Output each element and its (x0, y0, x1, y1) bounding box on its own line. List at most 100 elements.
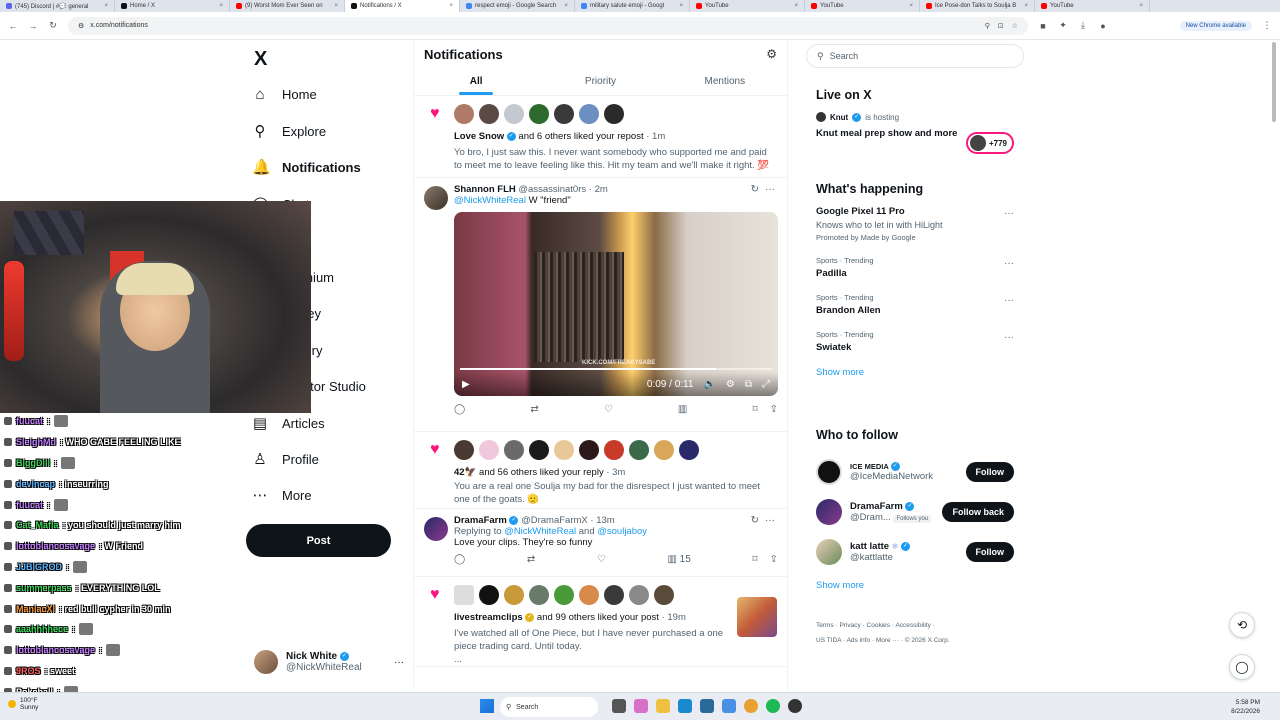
avatar[interactable] (504, 104, 524, 124)
reply-icon[interactable]: ◯ (454, 554, 465, 565)
task-view-icon[interactable] (612, 699, 626, 713)
mention-link[interactable]: @NickWhiteReal (454, 195, 526, 206)
avatar[interactable] (424, 186, 448, 210)
mention-link[interactable]: @souljaboy (597, 526, 647, 537)
taskbar-search[interactable]: ⚲ Search (500, 697, 598, 717)
address-bar[interactable]: ⚙ x.com/notifications ⚲ ⊡ ☆ (68, 16, 1028, 35)
trend-item[interactable]: Google Pixel 11 Pro Knows who to let in … (816, 206, 1014, 242)
host-name[interactable]: Knut (830, 113, 848, 122)
avatar[interactable] (579, 440, 599, 460)
avatar[interactable] (424, 517, 448, 541)
video-player[interactable]: KICK.COM/FREAKYSABE ▶ 0:09 / 0:11 🔈 ⚙ ⧉ … (454, 212, 778, 396)
avatar[interactable] (554, 104, 574, 124)
like-notification[interactable]: ♥ livestreamclips ✓ and 99 others liked … (414, 577, 787, 667)
close-tab-icon[interactable]: × (219, 3, 223, 9)
avatar[interactable] (454, 440, 474, 460)
tab-mentions[interactable]: Mentions (663, 68, 787, 95)
reply-tweet[interactable]: ↻ ··· DramaFarm ✓ @DramaFarmX · 13m Repl… (414, 509, 787, 577)
more-icon[interactable]: ··· (1004, 295, 1014, 306)
avatar[interactable] (654, 440, 674, 460)
more-icon[interactable]: ··· (765, 515, 775, 526)
avatar[interactable] (479, 585, 499, 605)
extensions-puzzle-icon[interactable]: ✦ (1058, 20, 1068, 31)
more-icon[interactable]: ··· (765, 184, 775, 195)
close-tab-icon[interactable]: × (1139, 3, 1143, 9)
grok-icon[interactable]: ↻ (751, 515, 759, 526)
avatar[interactable] (504, 440, 524, 460)
x-logo[interactable]: X (254, 48, 267, 71)
trend-item[interactable]: Sports · Trending Padilla ··· (816, 256, 1014, 279)
download-icon[interactable]: ⤓ (1078, 20, 1088, 31)
author-handle[interactable]: @DramaFarmX (521, 515, 588, 526)
show-more-link[interactable]: Show more (816, 367, 1014, 378)
sidebar-item-explore[interactable]: ⚲ Explore (252, 119, 327, 143)
spotify-icon[interactable] (766, 699, 780, 713)
like-notification[interactable]: ♥ Love Snow ✓ and 6 others liked your re… (414, 96, 787, 178)
views-icon[interactable]: ▥ (678, 404, 687, 415)
avatar[interactable] (816, 539, 842, 565)
close-tab-icon[interactable]: × (449, 3, 453, 9)
footer-line[interactable]: US TIDA · Ads info · More ··· · © 2026 X… (816, 633, 1016, 648)
follow-suggestion[interactable]: ICE MEDIA ✓ @IceMediaNetwork Follow (816, 452, 1014, 492)
new-chrome-badge[interactable]: New Chrome available (1179, 20, 1252, 31)
avatar[interactable] (479, 104, 499, 124)
browser-tab[interactable]: Notifications / X × (345, 0, 460, 12)
share-icon[interactable]: ⇪ (770, 554, 778, 565)
messages-fab-icon[interactable]: ◯ (1229, 654, 1255, 680)
video-progress-bar[interactable] (460, 368, 772, 370)
browser-tab[interactable]: respect emoji - Google Search × (460, 0, 575, 12)
install-icon[interactable]: ⊡ (998, 22, 1004, 30)
close-tab-icon[interactable]: × (104, 3, 108, 9)
bookmark-icon[interactable]: ⌑ (752, 404, 757, 415)
app-icon[interactable] (788, 699, 802, 713)
bookmark-icon[interactable]: ⌑ (752, 554, 757, 565)
follow-button[interactable]: Follow (965, 542, 1014, 562)
author-handle[interactable]: @assassinat0rs (518, 184, 586, 195)
close-tab-icon[interactable]: × (1024, 3, 1028, 9)
account-switcher[interactable]: Nick White ✓ @NickWhiteReal ··· (254, 650, 404, 674)
share-icon[interactable]: ⇪ (770, 404, 778, 415)
like-icon[interactable]: ♡ (604, 404, 613, 415)
reply-icon[interactable]: ◯ (454, 404, 465, 415)
more-icon[interactable]: ··· (1004, 332, 1014, 343)
bookmark-star-icon[interactable]: ☆ (1012, 22, 1018, 30)
edge-icon[interactable] (678, 699, 692, 713)
reload-icon[interactable]: ↻ (48, 20, 58, 31)
post-thumbnail[interactable] (737, 597, 777, 637)
avatar[interactable] (816, 459, 842, 485)
avatar[interactable] (629, 440, 649, 460)
play-icon[interactable]: ▶ (462, 379, 470, 390)
tab-priority[interactable]: Priority (538, 68, 662, 95)
views-icon[interactable]: ▥ 15 (667, 554, 690, 565)
avatar[interactable] (529, 585, 549, 605)
retweet-icon[interactable]: ⇄ (530, 404, 538, 415)
close-tab-icon[interactable]: × (909, 3, 913, 9)
profile-icon[interactable]: ● (1098, 21, 1108, 31)
avatar[interactable] (679, 440, 699, 460)
avatar[interactable] (554, 585, 574, 605)
sidebar-item-profile[interactable]: ♙ Profile (252, 447, 319, 471)
follow-suggestion[interactable]: DramaFarm ✓ @Dram... Follows you Follow … (816, 492, 1014, 532)
follow-button[interactable]: Follow (965, 462, 1014, 482)
system-clock[interactable]: 5:58 PM 8/22/2026 (1231, 698, 1260, 716)
extension-icon[interactable]: ■ (1038, 21, 1048, 31)
more-icon[interactable]: ··· (1004, 258, 1014, 269)
avatar[interactable] (604, 104, 624, 124)
browser-tab[interactable]: (745) Discord | #💬 general × (0, 0, 115, 12)
like-icon[interactable]: ♡ (597, 554, 606, 565)
avatar[interactable] (816, 499, 842, 525)
scrollbar[interactable] (1272, 42, 1276, 122)
browser-tab[interactable]: Ice Pose-don Talks to Soulja B × (920, 0, 1035, 12)
trend-item[interactable]: Sports · Trending Brandon Allen ··· (816, 293, 1014, 316)
avatar[interactable] (554, 440, 574, 460)
menu-icon[interactable]: ⋮ (1262, 20, 1272, 31)
author-name[interactable]: DramaFarm (454, 515, 507, 526)
like-notification[interactable]: ♥ 42🦅 and 56 others liked your reply · 3… (414, 432, 787, 509)
browser-tab[interactable]: (9) Worst Mom Ever Seen on × (230, 0, 345, 12)
mention-link[interactable]: @NickWhiteReal (504, 526, 576, 537)
grok-icon[interactable]: ↻ (751, 184, 759, 195)
avatar[interactable] (529, 440, 549, 460)
follow-suggestion[interactable]: katt latte ❄ ✓ @kattlatte Follow (816, 532, 1014, 572)
fullscreen-icon[interactable]: ⤢ (762, 379, 770, 390)
gear-icon[interactable]: ⚙ (766, 47, 777, 61)
